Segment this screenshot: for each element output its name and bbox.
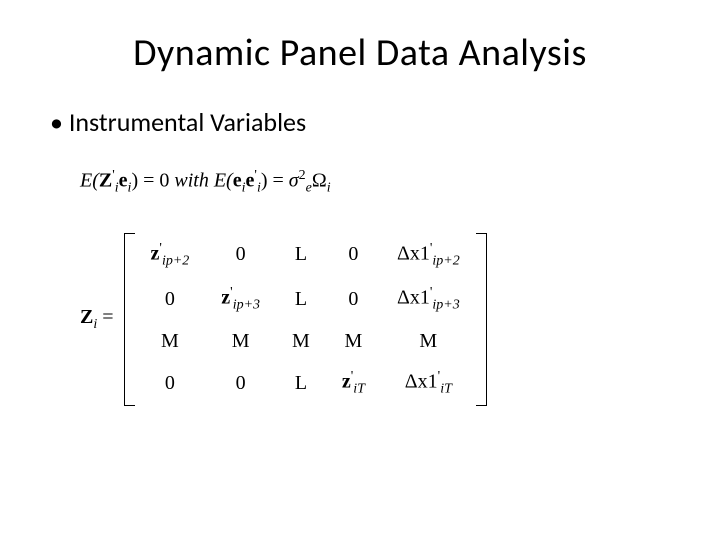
m-r2-zs: ip+3 xyxy=(233,298,260,313)
slide-title: Dynamic Panel Data Analysis xyxy=(40,30,680,76)
m-r1-dx: Δx1 xyxy=(397,242,430,264)
m-r2-z: z xyxy=(221,287,230,309)
eq-omega-sub: i xyxy=(327,181,331,196)
m-r4-z: z xyxy=(342,371,351,393)
m-r2-dxs: ip+3 xyxy=(432,298,459,313)
m-r2-dx: Δx1 xyxy=(397,287,430,309)
eq-e-sym-1: e xyxy=(119,170,128,192)
m-r3-c5: M xyxy=(381,322,476,361)
bullet-instrumental-variables: Instrumental Variables xyxy=(50,106,680,138)
instrument-matrix: Zi = z'ip+2 0 L 0 Δx1'ip+2 0 z'ip+3 L 0 … xyxy=(80,233,680,406)
equation-moment-condition: E(Z'iei) = 0 with E(eie'i) = σ2eΩi xyxy=(80,168,680,197)
eq-z-sym: Z xyxy=(99,170,112,192)
m-r3-c2: M xyxy=(205,322,276,361)
matrix-lhs-z: Z xyxy=(80,306,93,328)
eq-sigma: σ xyxy=(289,170,299,192)
eq-close: ) = xyxy=(261,170,289,192)
matrix-body: z'ip+2 0 L 0 Δx1'ip+2 0 z'ip+3 L 0 Δx1'i… xyxy=(135,233,476,406)
matrix-lhs: Zi = xyxy=(80,306,114,333)
m-r3-c3: M xyxy=(276,322,326,361)
m-r2-c1: 0 xyxy=(135,277,206,322)
eq-close-zero: ) = 0 xyxy=(131,170,169,192)
matrix-bracket-right xyxy=(476,233,487,406)
m-r4-dx: Δx1 xyxy=(405,371,438,393)
eq-with: with xyxy=(169,170,213,192)
matrix-row-1: z'ip+2 0 L 0 Δx1'ip+2 xyxy=(135,233,476,278)
m-r3-c1: M xyxy=(135,322,206,361)
m-r4-zs: iT xyxy=(353,382,365,397)
eq-e-open-2: E( xyxy=(214,170,233,192)
matrix-eq-sign: = xyxy=(97,306,113,328)
m-r3-c4: M xyxy=(326,322,381,361)
eq-e-sym-2: e xyxy=(233,170,242,192)
m-r1-c2: 0 xyxy=(205,233,276,278)
m-r1-dxs: ip+2 xyxy=(432,253,459,268)
matrix-row-4: 0 0 L z'iT Δx1'iT xyxy=(135,361,476,406)
matrix-row-2: 0 z'ip+3 L 0 Δx1'ip+3 xyxy=(135,277,476,322)
m-r4-c3: L xyxy=(276,361,326,406)
eq-omega: Ω xyxy=(312,170,327,192)
matrix-row-3: M M M M M xyxy=(135,322,476,361)
m-r2-c4: 0 xyxy=(326,277,381,322)
matrix-bracket-left xyxy=(124,233,135,406)
m-r4-dxs: iT xyxy=(440,382,452,397)
m-r1-zs: ip+2 xyxy=(162,253,189,268)
eq-sigma-sup: 2 xyxy=(299,168,306,183)
m-r1-c4: 0 xyxy=(326,233,381,278)
m-r4-c2: 0 xyxy=(205,361,276,406)
m-r1-c3: L xyxy=(276,233,326,278)
eq-e-open-1: E( xyxy=(80,170,99,192)
m-r2-c3: L xyxy=(276,277,326,322)
m-r4-c1: 0 xyxy=(135,361,206,406)
